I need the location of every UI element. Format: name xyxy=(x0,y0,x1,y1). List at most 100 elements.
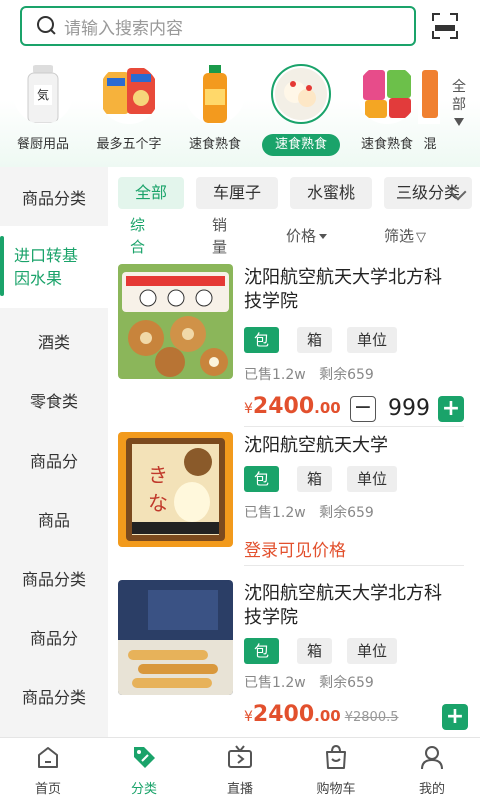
sidebar-item[interactable]: 商品分 xyxy=(0,625,108,649)
filter-tag[interactable]: 水蜜桃 xyxy=(290,177,372,209)
tab-profile[interactable]: 我的 xyxy=(384,738,480,801)
filter-label: 筛选 xyxy=(384,227,415,245)
funnel-icon: ▽ xyxy=(416,230,427,245)
category-label: 餐厨用品 xyxy=(16,137,69,152)
product-name: 沈阳航空航天大学 xyxy=(244,435,388,456)
sort-comprehensive-1: 综 xyxy=(130,216,146,234)
price-decimal: .00 xyxy=(314,399,341,417)
category-label: 混 xyxy=(423,137,437,152)
sold-count: 已售1.2w xyxy=(244,505,306,521)
tab-category[interactable]: 分类 xyxy=(96,738,192,801)
product-list: 沈阳航空航天大学北方科 技学院 包 箱 单位 已售1.2w 剩余659 ¥240… xyxy=(108,258,480,738)
unit-option[interactable]: 单位 xyxy=(347,327,398,353)
price-integer: 2400 xyxy=(252,702,315,727)
all-categories-label-2: 部 xyxy=(452,97,466,113)
sales-info: 已售1.2w 剩余659 xyxy=(244,364,374,384)
sold-count: 已售1.2w xyxy=(244,367,306,383)
sidebar-item[interactable]: 商品分类 xyxy=(0,684,108,708)
quantity-value[interactable]: 999 xyxy=(388,396,430,421)
search-input[interactable]: 请输入搜索内容 xyxy=(20,6,416,46)
sidebar-item[interactable]: 商品 xyxy=(0,507,108,531)
category-image xyxy=(418,64,440,124)
stock-remaining: 剩余659 xyxy=(319,367,374,383)
sort-sales[interactable]: 销 量 xyxy=(212,214,227,258)
tab-label: 分类 xyxy=(130,782,157,797)
tab-label: 购物车 xyxy=(316,782,356,797)
category-strip: 気 餐厨用品 最多五个字 速食熟食 速食熟食 速食熟食 混 xyxy=(0,60,440,160)
login-to-see-price-link[interactable]: 登录可见价格 xyxy=(244,536,346,561)
sort-price[interactable]: 价格 xyxy=(286,225,328,247)
add-to-cart-button[interactable]: + xyxy=(438,396,464,422)
tab-label: 直播 xyxy=(226,782,253,797)
product-image xyxy=(118,264,233,379)
tab-live[interactable]: 直播 xyxy=(192,738,288,801)
product-name-line-2: 技学院 xyxy=(244,607,298,628)
tab-cart[interactable]: 购物车 xyxy=(288,738,384,801)
triangle-down-icon xyxy=(454,118,464,126)
all-categories-button[interactable]: 全 部 xyxy=(444,78,474,126)
filter-tag-active[interactable]: 全部 xyxy=(118,177,184,209)
home-icon xyxy=(38,747,58,768)
category-item[interactable]: 気 餐厨用品 xyxy=(0,60,86,160)
filter-tag[interactable]: 车厘子 xyxy=(196,177,278,209)
category-item[interactable]: 最多五个字 xyxy=(86,60,172,160)
filter-tags: 全部 车厘子 水蜜桃 三级分类 xyxy=(108,175,480,211)
user-icon xyxy=(421,746,443,770)
sort-price-label: 价格 xyxy=(286,227,317,245)
category-image xyxy=(185,64,245,124)
sidebar-item[interactable]: 酒类 xyxy=(0,329,108,353)
unit-option[interactable]: 箱 xyxy=(297,327,333,353)
sort-comprehensive[interactable]: 综 合 xyxy=(130,214,145,258)
product-image xyxy=(118,580,233,695)
add-to-cart-button[interactable]: + xyxy=(442,704,468,730)
unit-option[interactable]: 单位 xyxy=(347,638,398,664)
unit-option-selected[interactable]: 包 xyxy=(244,638,280,664)
product-name-line-1: 沈阳航空航天大学北方科 xyxy=(244,267,442,288)
search-icon xyxy=(36,15,58,37)
unit-option-selected[interactable]: 包 xyxy=(244,327,280,353)
svg-text:気: 気 xyxy=(37,87,49,102)
unit-option[interactable]: 箱 xyxy=(297,466,333,492)
svg-text:な: な xyxy=(148,491,168,515)
bag-icon xyxy=(326,744,346,769)
sidebar-item-active[interactable]: 进口转基 因水果 xyxy=(0,226,108,308)
decrease-quantity-button[interactable]: − xyxy=(350,396,376,422)
tab-home[interactable]: 首页 xyxy=(0,738,96,801)
product-card[interactable]: き な 沈阳航空航天大学 包 箱 单位 已售1.2w 剩余659 登录可见价格 xyxy=(108,432,480,572)
product-name-line-2: 技学院 xyxy=(244,291,298,312)
product-price: ¥2400.00 ¥2800.5 xyxy=(244,702,399,727)
tag-icon xyxy=(134,747,155,768)
unit-option[interactable]: 箱 xyxy=(297,638,333,664)
divider xyxy=(244,565,464,566)
sidebar-item[interactable]: 零食类 xyxy=(0,388,108,412)
category-label: 最多五个字 xyxy=(96,137,162,152)
filter-button[interactable]: 筛选 ▽ xyxy=(384,225,426,249)
product-card[interactable]: 沈阳航空航天大学北方科 技学院 包 箱 单位 已售1.2w 剩余659 ¥240… xyxy=(108,580,480,738)
stock-remaining: 剩余659 xyxy=(319,675,374,691)
stock-remaining: 剩余659 xyxy=(319,505,374,521)
sales-info: 已售1.2w 剩余659 xyxy=(244,672,374,692)
sidebar-item[interactable]: 商品分类 xyxy=(0,566,108,590)
tab-label: 首页 xyxy=(34,782,61,797)
sort-bar: 综 合 销 量 价格 筛选 ▽ xyxy=(108,214,480,258)
category-item[interactable]: 混 xyxy=(418,60,440,160)
unit-option-selected[interactable]: 包 xyxy=(244,466,280,492)
caret-down-icon xyxy=(319,234,328,239)
price-decimal: .00 xyxy=(314,707,341,725)
scan-icon[interactable] xyxy=(432,13,458,39)
product-card[interactable]: 沈阳航空航天大学北方科 技学院 包 箱 单位 已售1.2w 剩余659 ¥240… xyxy=(108,264,480,427)
category-item[interactable]: 速食熟食 xyxy=(172,60,258,160)
search-placeholder: 请输入搜索内容 xyxy=(64,18,183,39)
category-item[interactable]: 速食熟食 xyxy=(258,60,344,160)
original-price: ¥2800.5 xyxy=(344,710,399,725)
sidebar-item[interactable]: 商品分类 xyxy=(0,185,108,209)
category-image xyxy=(99,64,159,124)
currency-symbol: ¥ xyxy=(244,401,253,417)
product-price: ¥2400.00 xyxy=(244,394,341,419)
sidebar-item[interactable]: 商品分 xyxy=(0,448,108,472)
divider xyxy=(244,426,464,427)
currency-symbol: ¥ xyxy=(244,709,253,725)
all-categories-label-1: 全 xyxy=(452,79,466,95)
unit-option[interactable]: 单位 xyxy=(347,466,398,492)
product-name: 沈阳航空航天大学北方科 技学院 xyxy=(244,266,469,314)
